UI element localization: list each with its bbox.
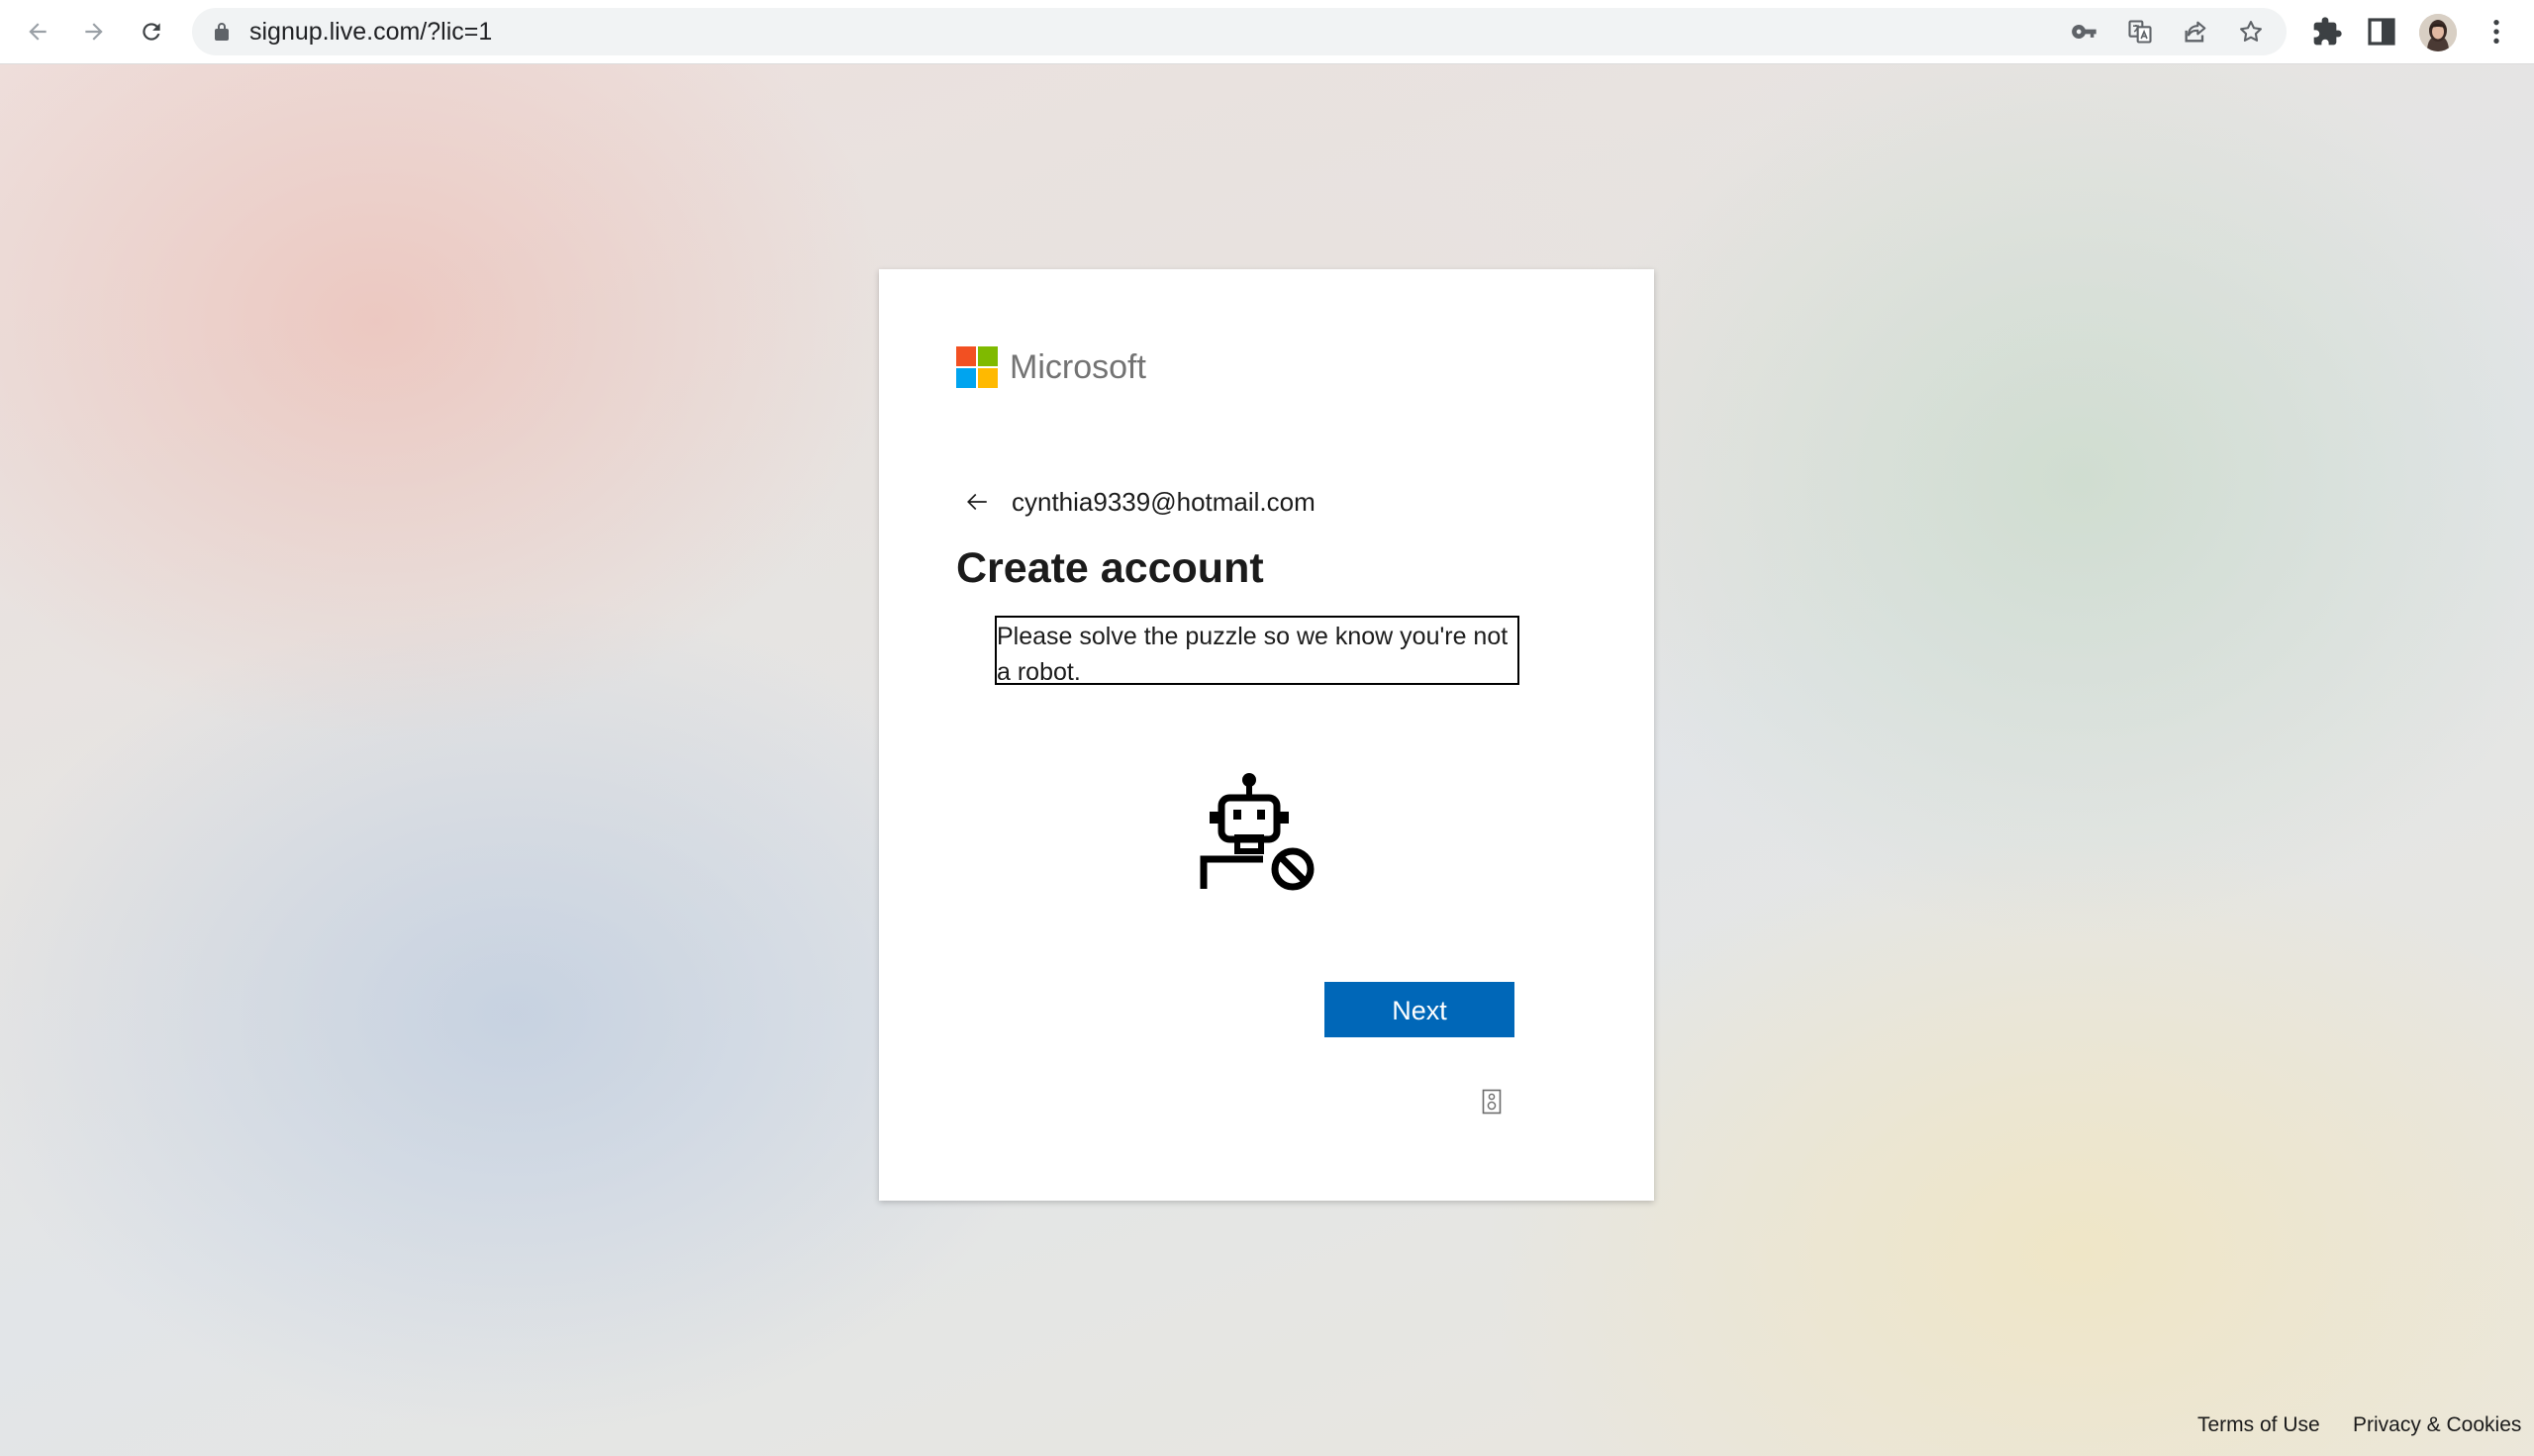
back-button[interactable] — [18, 12, 57, 51]
robot-blocked-icon — [1200, 773, 1315, 891]
reload-button[interactable] — [132, 12, 171, 51]
arrow-right-icon — [85, 23, 103, 41]
address-url[interactable]: signup.live.com/?lic=1 — [249, 8, 492, 55]
next-button[interactable]: Next — [1324, 982, 1514, 1037]
kebab-menu-icon[interactable] — [2481, 16, 2512, 48]
star-icon[interactable] — [2237, 18, 2265, 46]
reload-icon — [143, 23, 160, 41]
page-background: Microsoft cynthia9339@hotmail.com Create… — [0, 64, 2534, 1456]
microsoft-logo-icon — [956, 346, 998, 388]
arrow-left-icon — [29, 23, 47, 41]
terms-of-use-link[interactable]: Terms of Use — [2197, 1413, 2320, 1437]
arrow-left-icon[interactable] — [964, 489, 990, 515]
microsoft-wordmark: Microsoft — [1010, 347, 1146, 386]
key-icon[interactable] — [2071, 18, 2098, 46]
address-bar[interactable]: signup.live.com/?lic=1 — [192, 8, 2287, 55]
identity-email: cynthia9339@hotmail.com — [1012, 486, 1316, 517]
microsoft-logo: Microsoft — [956, 346, 1146, 388]
signup-card: Microsoft cynthia9339@hotmail.com Create… — [879, 269, 1654, 1201]
privacy-cookies-link[interactable]: Privacy & Cookies — [2353, 1413, 2521, 1437]
translate-icon[interactable] — [2126, 18, 2154, 46]
profile-photo — [2419, 14, 2457, 51]
audio-challenge-icon[interactable] — [1482, 1089, 1502, 1115]
browser-toolbar: signup.live.com/?lic=1 — [0, 0, 2534, 64]
page-title: Create account — [956, 544, 1264, 592]
side-panel-icon[interactable] — [2366, 16, 2397, 48]
share-icon[interactable] — [2182, 18, 2209, 46]
forward-button[interactable] — [74, 12, 114, 51]
lock-icon[interactable] — [210, 20, 234, 44]
identity-back-link[interactable]: cynthia9339@hotmail.com — [964, 483, 1316, 521]
profile-avatar[interactable] — [2419, 14, 2457, 51]
puzzle-piece-icon[interactable] — [2311, 16, 2343, 48]
puzzle-instruction: Please solve the puzzle so we know you'r… — [995, 616, 1519, 685]
